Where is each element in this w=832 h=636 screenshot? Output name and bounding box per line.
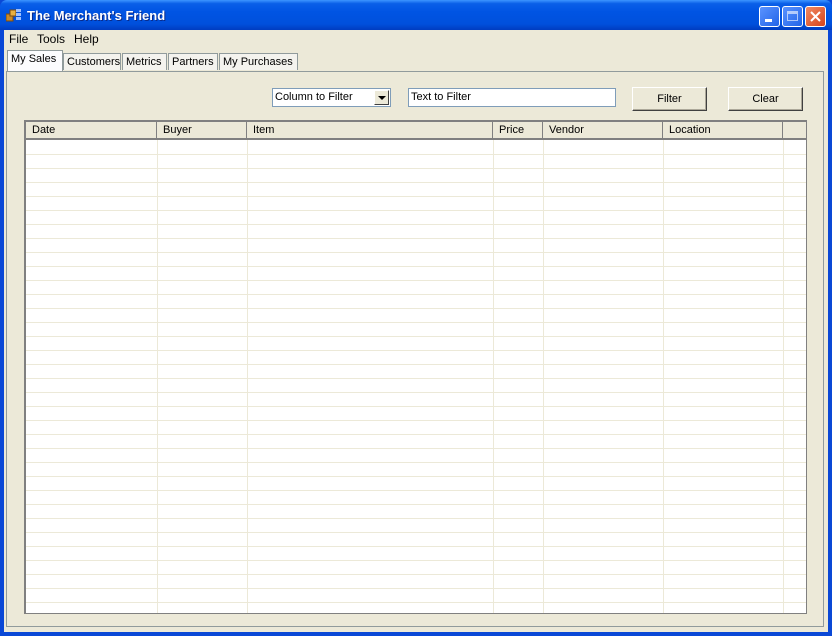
menu-bar: File Tools Help: [4, 30, 828, 49]
grid-row-line: [26, 518, 806, 519]
filter-text-input[interactable]: [409, 89, 613, 104]
tab-my-sales[interactable]: My Sales: [7, 50, 63, 71]
grid-row-line: [26, 364, 806, 365]
maximize-button[interactable]: [782, 6, 803, 27]
column-header-price[interactable]: Price: [493, 122, 543, 138]
minimize-icon: [765, 19, 772, 22]
grid-row-line: [26, 196, 806, 197]
grid-row-line: [26, 392, 806, 393]
menu-tools[interactable]: Tools: [37, 32, 65, 46]
grid-row-line: [26, 532, 806, 533]
grid-row-line: [26, 336, 806, 337]
grid-row-line: [26, 252, 806, 253]
grid-row-line: [26, 294, 806, 295]
grid-row-line: [26, 378, 806, 379]
grid-row-line: [26, 154, 806, 155]
client-area: File Tools Help My Sales Customers Metri…: [4, 30, 828, 632]
app-icon: [6, 9, 21, 22]
tab-my-purchases[interactable]: My Purchases: [219, 53, 298, 70]
grid-row-line: [26, 504, 806, 505]
column-header-item[interactable]: Item: [247, 122, 493, 138]
grid-row-line: [26, 182, 806, 183]
grid-row-line: [26, 574, 806, 575]
window-title: The Merchant's Friend: [27, 8, 166, 23]
column-header-location[interactable]: Location: [663, 122, 783, 138]
menu-file[interactable]: File: [9, 32, 28, 46]
grid-row-line: [26, 420, 806, 421]
chevron-down-icon: [378, 96, 386, 100]
grid-row-line: [26, 448, 806, 449]
grid-row-line: [26, 490, 806, 491]
grid-row-line: [26, 350, 806, 351]
sales-grid[interactable]: Date Buyer Item Price Vendor Location: [24, 120, 807, 614]
close-icon: [810, 11, 821, 22]
grid-row-line: [26, 546, 806, 547]
grid-row-line: [26, 476, 806, 477]
grid-row-line: [26, 168, 806, 169]
column-header-filler: [783, 122, 806, 138]
grid-row-line: [26, 308, 806, 309]
grid-row-line: [26, 210, 806, 211]
column-filter-value: Column to Filter: [275, 91, 353, 103]
tab-strip: My Sales Customers Metrics Partners My P…: [4, 50, 828, 72]
grid-row-line: [26, 280, 806, 281]
tab-metrics[interactable]: Metrics: [122, 53, 167, 70]
column-header-date[interactable]: Date: [26, 122, 157, 138]
grid-row-line: [26, 322, 806, 323]
grid-row-line: [26, 406, 806, 407]
grid-row-line: [26, 266, 806, 267]
title-bar[interactable]: The Merchant's Friend: [0, 0, 832, 30]
dropdown-button[interactable]: [374, 90, 389, 105]
grid-row-line: [26, 588, 806, 589]
column-header-buyer[interactable]: Buyer: [157, 122, 247, 138]
tab-customers[interactable]: Customers: [63, 53, 121, 70]
grid-body: [26, 140, 806, 613]
grid-row-line: [26, 462, 806, 463]
grid-row-line: [26, 238, 806, 239]
grid-row-line: [26, 434, 806, 435]
close-button[interactable]: [805, 6, 826, 27]
grid-row-line: [26, 602, 806, 603]
menu-help[interactable]: Help: [74, 32, 99, 46]
column-filter-select[interactable]: Column to Filter: [272, 88, 391, 107]
minimize-button[interactable]: [759, 6, 780, 27]
maximize-icon: [787, 11, 798, 21]
app-window: The Merchant's Friend File Tools Help My…: [0, 0, 832, 636]
clear-button[interactable]: Clear: [728, 87, 803, 111]
grid-row-line: [26, 224, 806, 225]
tab-partners[interactable]: Partners: [168, 53, 218, 70]
grid-row-line: [26, 560, 806, 561]
filter-button[interactable]: Filter: [632, 87, 707, 111]
filter-text-field[interactable]: [408, 88, 616, 107]
column-header-vendor[interactable]: Vendor: [543, 122, 663, 138]
grid-header: Date Buyer Item Price Vendor Location: [26, 122, 806, 140]
